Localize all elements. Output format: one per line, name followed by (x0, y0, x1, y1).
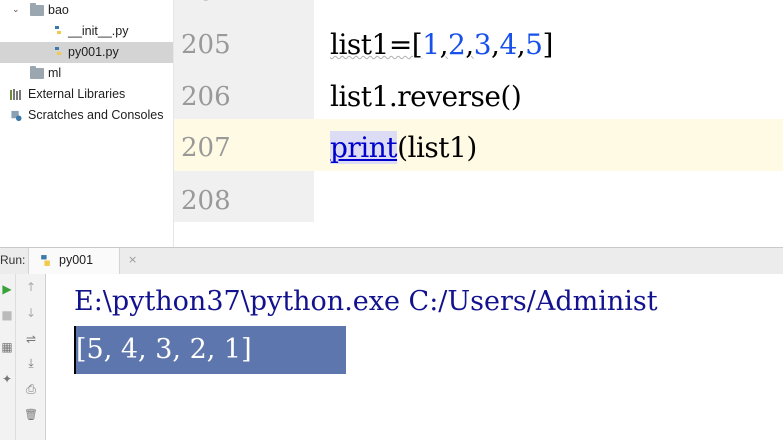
tree-item-py001-py[interactable]: py001.py (0, 42, 173, 63)
tree-item-scratches[interactable]: Scratches and Consoles (0, 105, 173, 126)
number-literal: 1 (422, 28, 440, 61)
run-left-toolbar: ▶ ■ ▦ ✦ (0, 274, 16, 440)
builtin-function[interactable]: print (330, 131, 398, 164)
tree-item-ml[interactable]: ml (0, 63, 173, 84)
folder-icon (30, 3, 44, 16)
line-number: 206 (181, 82, 231, 112)
line-number: 208 (181, 186, 231, 216)
python-icon (41, 255, 50, 266)
scroll-to-end-icon[interactable]: ⤓ (21, 356, 41, 371)
number-literal: 5 (525, 28, 543, 61)
tree-item-label: Scratches and Consoles (28, 108, 164, 122)
tree-item-bao[interactable]: ⌄ bao (0, 0, 173, 21)
pin-icon[interactable]: ✦ (0, 372, 17, 386)
code-token: ] (542, 28, 554, 61)
project-tree-panel: ⌄ bao __init__.py py001.py ml External L… (0, 0, 174, 247)
layout-icon[interactable]: ▦ (0, 340, 17, 354)
run-tab-label: py001 (59, 253, 94, 267)
code-line-206[interactable]: list1.reverse() (330, 71, 522, 123)
stop-icon[interactable]: ■ (0, 308, 17, 322)
scratches-icon (11, 110, 22, 121)
line-number: 207 (181, 133, 231, 163)
tree-item-label: __init__.py (68, 24, 129, 38)
tree-item-external-libraries[interactable]: External Libraries (0, 84, 173, 105)
code-line-205[interactable]: list1=[1,2,3,4,5] (330, 19, 553, 71)
number-literal: 2 (447, 28, 466, 61)
folder-icon (30, 66, 44, 79)
soft-wrap-icon[interactable]: ⇌ (21, 332, 41, 346)
number-literal: 3 (473, 28, 492, 61)
rerun-icon[interactable]: ▶ (0, 282, 17, 296)
tree-item-label: py001.py (68, 45, 119, 59)
code-token: list1=[ (330, 28, 423, 61)
code-token: , (439, 28, 449, 61)
run-toolwindow-header: Run: py001 × (0, 247, 783, 275)
tree-item-label: bao (48, 3, 69, 17)
line-number: 205 (181, 30, 231, 60)
python-file-icon (55, 47, 61, 55)
number-literal: 4 (499, 28, 517, 61)
run-tab-py001[interactable]: py001 × (28, 248, 137, 274)
tree-item-label: External Libraries (28, 87, 126, 101)
line-number-partial: 204 (181, 0, 281, 18)
code-token: , (465, 28, 474, 61)
tree-item-init-py[interactable]: __init__.py (0, 21, 173, 42)
run-console-toolbar: ↑ ↓ ⇌ ⤓ ⎙ 🗑 (16, 274, 46, 440)
down-icon[interactable]: ↓ (21, 306, 41, 320)
chevron-down-icon[interactable]: ⌄ (12, 0, 20, 21)
print-icon[interactable]: ⎙ (21, 382, 41, 397)
run-label: Run: (0, 253, 26, 267)
code-token: (list1) (397, 131, 477, 164)
close-icon[interactable]: × (128, 253, 137, 266)
library-icon (10, 89, 21, 100)
code-line-207[interactable]: print(list1) (330, 122, 477, 174)
console-command-line: E:\python37\python.exe C:/Users/Administ (74, 286, 658, 317)
up-icon[interactable]: ↑ (21, 280, 41, 294)
tree-item-label: ml (48, 66, 62, 80)
console-output-selected[interactable]: [5, 4, 3, 2, 1] (74, 326, 346, 374)
editor-bottom-area (174, 222, 783, 247)
python-file-icon (52, 24, 64, 38)
text-caret (74, 326, 76, 374)
code-token: , (516, 28, 526, 61)
trash-icon[interactable]: 🗑 (21, 408, 41, 421)
